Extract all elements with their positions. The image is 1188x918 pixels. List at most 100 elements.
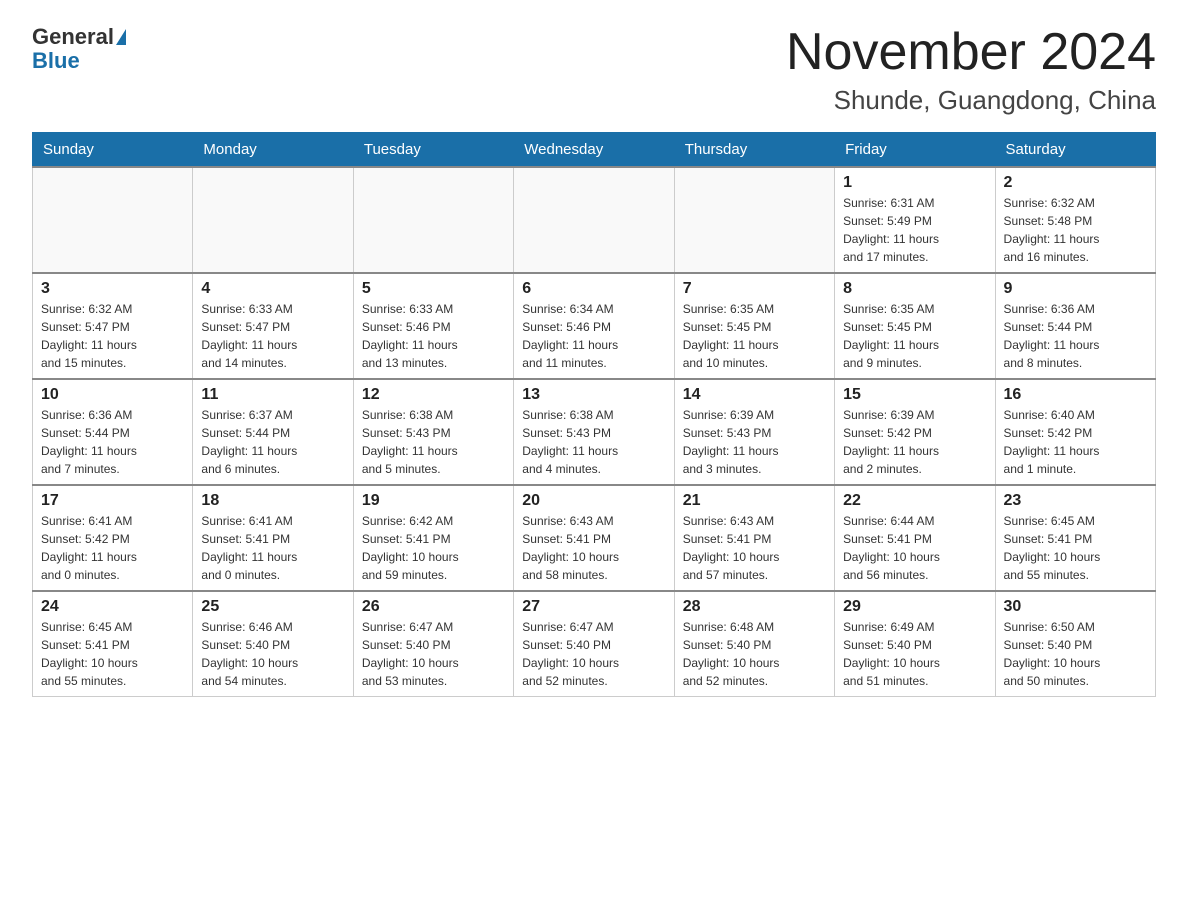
calendar-header-wednesday: Wednesday xyxy=(514,133,674,168)
calendar-cell-w4d6: 30 Sunrise: 6:50 AM Sunset: 5:40 PM Dayli… xyxy=(995,591,1155,697)
calendar-cell-w2d4: 14 Sunrise: 6:39 AM Sunset: 5:43 PM Dayli… xyxy=(674,379,834,485)
day-info: Sunrise: 6:47 AM Sunset: 5:40 PM Dayligh… xyxy=(362,618,505,690)
day-info: Sunrise: 6:34 AM Sunset: 5:46 PM Dayligh… xyxy=(522,300,665,372)
calendar-cell-w0d0 xyxy=(33,167,193,273)
day-number: 1 xyxy=(843,174,986,192)
day-number: 10 xyxy=(41,386,184,404)
day-info: Sunrise: 6:46 AM Sunset: 5:40 PM Dayligh… xyxy=(201,618,344,690)
day-info: Sunrise: 6:48 AM Sunset: 5:40 PM Dayligh… xyxy=(683,618,826,690)
calendar-week-row-2: 10 Sunrise: 6:36 AM Sunset: 5:44 PM Dayli… xyxy=(33,379,1156,485)
day-info: Sunrise: 6:39 AM Sunset: 5:42 PM Dayligh… xyxy=(843,406,986,478)
calendar-cell-w1d3: 6 Sunrise: 6:34 AM Sunset: 5:46 PM Daylig… xyxy=(514,273,674,379)
day-info: Sunrise: 6:38 AM Sunset: 5:43 PM Dayligh… xyxy=(362,406,505,478)
calendar-cell-w0d1 xyxy=(193,167,353,273)
calendar-cell-w3d1: 18Sunrise: 6:41 AM Sunset: 5:41 PM Dayli… xyxy=(193,485,353,591)
day-info: Sunrise: 6:47 AM Sunset: 5:40 PM Dayligh… xyxy=(522,618,665,690)
day-number: 25 xyxy=(201,598,344,616)
day-number: 5 xyxy=(362,280,505,298)
day-number: 8 xyxy=(843,280,986,298)
calendar-cell-w1d5: 8 Sunrise: 6:35 AM Sunset: 5:45 PM Daylig… xyxy=(835,273,995,379)
day-number: 28 xyxy=(683,598,826,616)
day-info: Sunrise: 6:45 AM Sunset: 5:41 PM Dayligh… xyxy=(41,618,184,690)
day-number: 16 xyxy=(1004,386,1147,404)
calendar-cell-w3d3: 20 Sunrise: 6:43 AM Sunset: 5:41 PM Dayli… xyxy=(514,485,674,591)
calendar-header-thursday: Thursday xyxy=(674,133,834,168)
calendar-cell-w0d6: 2 Sunrise: 6:32 AM Sunset: 5:48 PM Daylig… xyxy=(995,167,1155,273)
day-info: Sunrise: 6:44 AM Sunset: 5:41 PM Dayligh… xyxy=(843,512,986,584)
day-number: 3 xyxy=(41,280,184,298)
day-number: 4 xyxy=(201,280,344,298)
calendar-week-row-0: 1 Sunrise: 6:31 AM Sunset: 5:49 PM Daylig… xyxy=(33,167,1156,273)
day-info: Sunrise: 6:36 AM Sunset: 5:44 PM Dayligh… xyxy=(41,406,184,478)
calendar-cell-w2d6: 16 Sunrise: 6:40 AM Sunset: 5:42 PM Dayli… xyxy=(995,379,1155,485)
calendar-header-friday: Friday xyxy=(835,133,995,168)
calendar-cell-w4d3: 27 Sunrise: 6:47 AM Sunset: 5:40 PM Dayli… xyxy=(514,591,674,697)
calendar-cell-w3d4: 21Sunrise: 6:43 AM Sunset: 5:41 PM Dayli… xyxy=(674,485,834,591)
header: General Blue November 2024 Shunde, Guang… xyxy=(32,24,1156,116)
title-area: November 2024 Shunde, Guangdong, China xyxy=(786,24,1156,116)
day-info: Sunrise: 6:32 AM Sunset: 5:47 PM Dayligh… xyxy=(41,300,184,372)
day-number: 30 xyxy=(1004,598,1147,616)
calendar-week-row-4: 24 Sunrise: 6:45 AM Sunset: 5:41 PM Dayli… xyxy=(33,591,1156,697)
day-info: Sunrise: 6:33 AM Sunset: 5:47 PM Dayligh… xyxy=(201,300,344,372)
calendar-cell-w2d0: 10 Sunrise: 6:36 AM Sunset: 5:44 PM Dayli… xyxy=(33,379,193,485)
calendar-header-saturday: Saturday xyxy=(995,133,1155,168)
day-number: 18 xyxy=(201,492,344,510)
day-number: 19 xyxy=(362,492,505,510)
day-info: Sunrise: 6:43 AM Sunset: 5:41 PM Dayligh… xyxy=(683,512,826,584)
day-number: 20 xyxy=(522,492,665,510)
logo-blue-text: Blue xyxy=(32,48,80,74)
day-info: Sunrise: 6:39 AM Sunset: 5:43 PM Dayligh… xyxy=(683,406,826,478)
calendar-week-row-1: 3 Sunrise: 6:32 AM Sunset: 5:47 PM Daylig… xyxy=(33,273,1156,379)
calendar-cell-w4d4: 28 Sunrise: 6:48 AM Sunset: 5:40 PM Dayli… xyxy=(674,591,834,697)
calendar-table: SundayMondayTuesdayWednesdayThursdayFrid… xyxy=(32,132,1156,697)
day-number: 17 xyxy=(41,492,184,510)
calendar-header-tuesday: Tuesday xyxy=(353,133,513,168)
day-number: 6 xyxy=(522,280,665,298)
day-number: 24 xyxy=(41,598,184,616)
day-info: Sunrise: 6:35 AM Sunset: 5:45 PM Dayligh… xyxy=(683,300,826,372)
day-number: 13 xyxy=(522,386,665,404)
day-info: Sunrise: 6:32 AM Sunset: 5:48 PM Dayligh… xyxy=(1004,194,1147,266)
logo-general-text: General xyxy=(32,24,114,50)
calendar-week-row-3: 17 Sunrise: 6:41 AM Sunset: 5:42 PM Dayli… xyxy=(33,485,1156,591)
day-number: 11 xyxy=(201,386,344,404)
day-number: 29 xyxy=(843,598,986,616)
calendar-cell-w1d1: 4 Sunrise: 6:33 AM Sunset: 5:47 PM Daylig… xyxy=(193,273,353,379)
calendar-cell-w3d2: 19 Sunrise: 6:42 AM Sunset: 5:41 PM Dayli… xyxy=(353,485,513,591)
calendar-header-row: SundayMondayTuesdayWednesdayThursdayFrid… xyxy=(33,133,1156,168)
logo: General Blue xyxy=(32,24,128,74)
calendar-cell-w4d2: 26 Sunrise: 6:47 AM Sunset: 5:40 PM Dayli… xyxy=(353,591,513,697)
day-info: Sunrise: 6:41 AM Sunset: 5:42 PM Dayligh… xyxy=(41,512,184,584)
location-title: Shunde, Guangdong, China xyxy=(786,85,1156,116)
calendar-cell-w3d0: 17 Sunrise: 6:41 AM Sunset: 5:42 PM Dayli… xyxy=(33,485,193,591)
logo-arrow-icon xyxy=(116,29,126,45)
calendar-cell-w1d0: 3 Sunrise: 6:32 AM Sunset: 5:47 PM Daylig… xyxy=(33,273,193,379)
calendar-cell-w0d3 xyxy=(514,167,674,273)
day-number: 14 xyxy=(683,386,826,404)
calendar-cell-w2d2: 12Sunrise: 6:38 AM Sunset: 5:43 PM Dayli… xyxy=(353,379,513,485)
day-info: Sunrise: 6:40 AM Sunset: 5:42 PM Dayligh… xyxy=(1004,406,1147,478)
calendar-cell-w2d5: 15Sunrise: 6:39 AM Sunset: 5:42 PM Dayli… xyxy=(835,379,995,485)
day-number: 23 xyxy=(1004,492,1147,510)
day-info: Sunrise: 6:31 AM Sunset: 5:49 PM Dayligh… xyxy=(843,194,986,266)
day-info: Sunrise: 6:38 AM Sunset: 5:43 PM Dayligh… xyxy=(522,406,665,478)
day-number: 2 xyxy=(1004,174,1147,192)
calendar-cell-w3d6: 23Sunrise: 6:45 AM Sunset: 5:41 PM Dayli… xyxy=(995,485,1155,591)
calendar-cell-w0d5: 1 Sunrise: 6:31 AM Sunset: 5:49 PM Daylig… xyxy=(835,167,995,273)
calendar-cell-w2d1: 11 Sunrise: 6:37 AM Sunset: 5:44 PM Dayli… xyxy=(193,379,353,485)
day-info: Sunrise: 6:49 AM Sunset: 5:40 PM Dayligh… xyxy=(843,618,986,690)
day-info: Sunrise: 6:37 AM Sunset: 5:44 PM Dayligh… xyxy=(201,406,344,478)
calendar-cell-w4d5: 29 Sunrise: 6:49 AM Sunset: 5:40 PM Dayli… xyxy=(835,591,995,697)
calendar-cell-w0d2 xyxy=(353,167,513,273)
day-info: Sunrise: 6:35 AM Sunset: 5:45 PM Dayligh… xyxy=(843,300,986,372)
calendar-header-monday: Monday xyxy=(193,133,353,168)
day-info: Sunrise: 6:42 AM Sunset: 5:41 PM Dayligh… xyxy=(362,512,505,584)
day-number: 27 xyxy=(522,598,665,616)
day-number: 26 xyxy=(362,598,505,616)
day-info: Sunrise: 6:50 AM Sunset: 5:40 PM Dayligh… xyxy=(1004,618,1147,690)
day-number: 9 xyxy=(1004,280,1147,298)
calendar-cell-w4d0: 24 Sunrise: 6:45 AM Sunset: 5:41 PM Dayli… xyxy=(33,591,193,697)
day-info: Sunrise: 6:33 AM Sunset: 5:46 PM Dayligh… xyxy=(362,300,505,372)
day-info: Sunrise: 6:43 AM Sunset: 5:41 PM Dayligh… xyxy=(522,512,665,584)
